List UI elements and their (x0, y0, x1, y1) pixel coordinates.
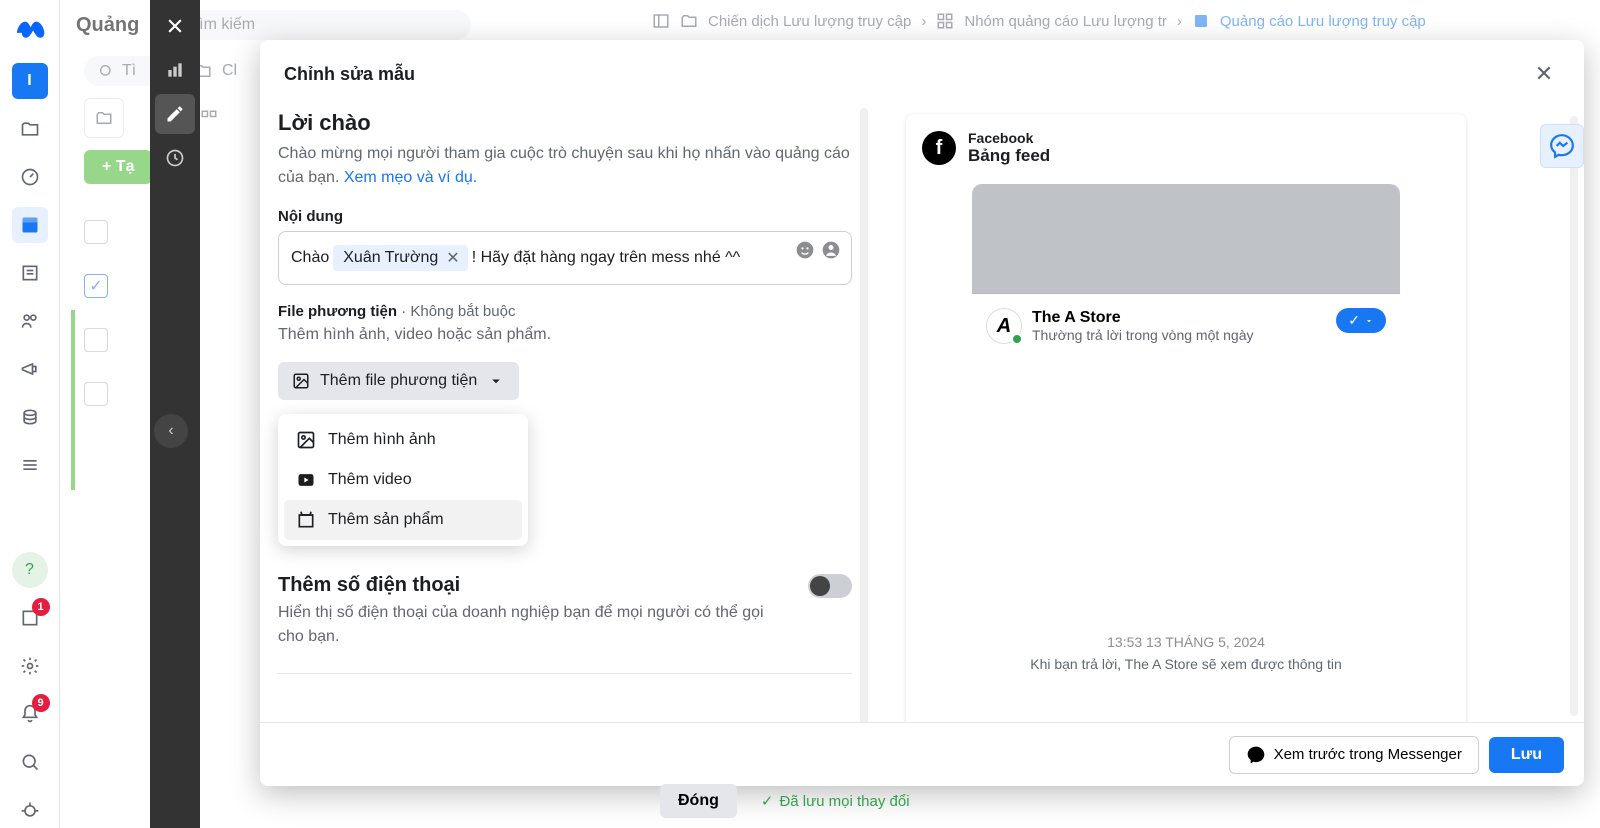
modal-footer: Xem trước trong Messenger Lưu (260, 722, 1584, 786)
preview-placement: Bảng feed (968, 146, 1050, 166)
greeting-heading: Lời chào (278, 110, 852, 136)
feed-preview-card: f Facebook Bảng feed A The A Store Thườn… (906, 114, 1466, 722)
panel-close-icon[interactable] (155, 6, 195, 46)
preview-cover-placeholder (972, 184, 1400, 294)
panel-edit-pencil-icon[interactable] (155, 94, 195, 134)
add-media-dropdown: Thêm hình ảnh Thêm video Thêm sản phẩm (278, 414, 528, 546)
greeting-content-input[interactable]: Chào Xuân Trường✕ ! Hãy đặt hàng ngay tr… (278, 231, 852, 285)
menu-icon[interactable] (12, 447, 48, 483)
personalization-chip[interactable]: Xuân Trường✕ (333, 245, 467, 271)
preview-timestamp: 13:53 13 THÁNG 5, 2024 (986, 634, 1386, 650)
facebook-logo-icon: f (922, 131, 956, 165)
preview-note: Khi bạn trả lời, The A Store sẽ xem được… (986, 656, 1386, 672)
scrollbar[interactable] (860, 108, 868, 722)
person-token-icon[interactable] (821, 240, 841, 260)
grid-icon[interactable] (12, 207, 48, 243)
bottom-status-bar: Đóng ✓ Đã lưu mọi thay đổi (660, 784, 910, 818)
tasks-icon[interactable]: 1 (12, 600, 48, 636)
chevron-down-icon (487, 372, 505, 390)
content-label: Nội dung (278, 208, 852, 225)
online-dot-icon (1011, 333, 1023, 345)
modal-preview-panel: f Facebook Bảng feed A The A Store Thườn… (870, 104, 1584, 722)
news-icon[interactable] (12, 255, 48, 291)
greeting-description: Chào mừng mọi người tham gia cuộc trò ch… (278, 142, 852, 190)
app-left-rail: I ? 1 9 (0, 0, 60, 828)
verified-pill: ✓ (1336, 308, 1386, 333)
add-media-button[interactable]: Thêm file phương tiện (278, 362, 519, 400)
account-avatar[interactable]: I (12, 63, 48, 99)
save-button[interactable]: Lưu (1489, 737, 1564, 773)
folder-icon[interactable] (12, 111, 48, 147)
bug-icon[interactable] (12, 792, 48, 828)
meta-logo-icon[interactable] (13, 12, 47, 51)
phone-description: Hiển thị số điện thoại của doanh nghiệp … (278, 601, 788, 649)
greeting-tips-link[interactable]: Xem mẹo và ví dụ. (344, 169, 477, 186)
store-name: The A Store (1032, 309, 1254, 327)
preview-chat-window: A The A Store Thường trả lời trong vòng … (972, 294, 1400, 654)
chip-remove-icon[interactable]: ✕ (446, 248, 459, 268)
settings-gear-icon[interactable] (12, 648, 48, 684)
preview-platform: Facebook (968, 130, 1050, 146)
media-description: Thêm hình ảnh, video hoặc sản phẩm. (278, 326, 852, 344)
media-label: File phương tiện · Không bắt buộc (278, 303, 852, 320)
edit-template-modal: Chỉnh sửa mẫu ✕ Lời chào Chào mừng mọi n… (260, 40, 1584, 786)
modal-title: Chỉnh sửa mẫu (284, 64, 415, 85)
emoji-picker-icon[interactable] (795, 240, 815, 260)
dropdown-add-video[interactable]: Thêm video (284, 460, 522, 500)
gauge-icon[interactable] (12, 159, 48, 195)
dropdown-add-image[interactable]: Thêm hình ảnh (284, 420, 522, 460)
notifications-bell-icon[interactable]: 9 (12, 696, 48, 732)
messenger-badge-icon[interactable] (1540, 124, 1584, 168)
megaphone-icon[interactable] (12, 351, 48, 387)
modal-close-button[interactable]: ✕ (1528, 58, 1560, 90)
saved-status: ✓ Đã lưu mọi thay đổi (761, 792, 910, 810)
scrollbar[interactable] (1570, 116, 1578, 716)
close-button[interactable]: Đóng (660, 784, 737, 818)
audience-icon[interactable] (12, 303, 48, 339)
dropdown-add-product[interactable]: Thêm sản phẩm (284, 500, 522, 540)
panel-collapse-icon[interactable]: ‹ (154, 414, 188, 448)
panel-chart-icon[interactable] (155, 50, 195, 90)
help-icon[interactable]: ? (12, 552, 48, 588)
billing-icon[interactable] (12, 399, 48, 435)
phone-heading: Thêm số điện thoại (278, 574, 788, 597)
editor-side-panel: ‹ (150, 0, 200, 828)
store-avatar: A (986, 308, 1022, 344)
modal-form-panel: Lời chào Chào mừng mọi người tham gia cu… (260, 104, 870, 722)
phone-toggle[interactable] (808, 574, 852, 598)
panel-history-clock-icon[interactable] (155, 138, 195, 178)
store-response-time: Thường trả lời trong vòng một ngày (1032, 327, 1254, 343)
search-icon[interactable] (12, 744, 48, 780)
preview-messenger-button[interactable]: Xem trước trong Messenger (1229, 736, 1479, 774)
